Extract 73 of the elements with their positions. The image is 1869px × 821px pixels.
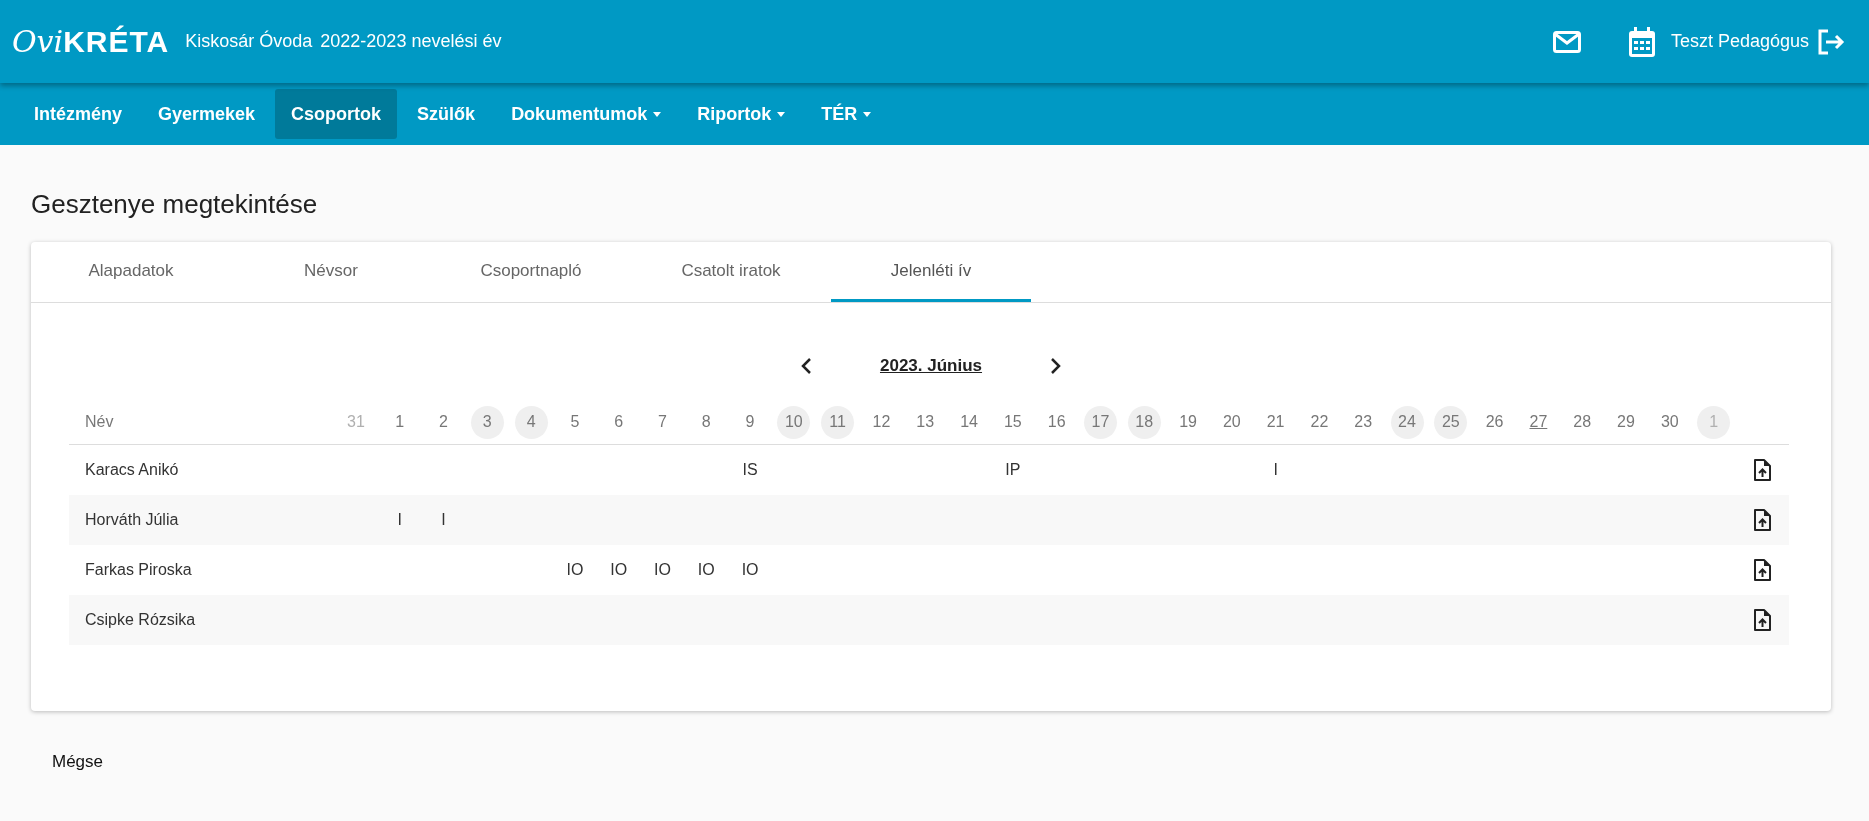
day-header: 10 [777,405,811,439]
file-upload-icon[interactable] [1753,558,1772,581]
day-header: 21 [1265,412,1286,433]
file-upload-icon[interactable] [1753,508,1772,531]
file-upload-icon[interactable] [1753,608,1772,631]
attendance-code: IO [741,559,759,580]
mail-icon[interactable] [1552,30,1581,53]
month-label[interactable]: 2023. Június [817,353,1045,379]
nav-item[interactable]: Gyermekek [142,89,272,139]
day-header: 12 [871,412,892,433]
attendance-code: IO [566,559,584,580]
day-header: 1 [394,412,406,433]
cancel-button[interactable]: Mégse [40,743,116,781]
tab[interactable]: Névsor [231,242,431,303]
calendar-icon[interactable] [1628,26,1655,57]
nav-item[interactable]: Csoportok [275,89,398,139]
nav-item[interactable]: Szülők [401,89,492,139]
day-header: 6 [613,412,625,433]
attendance-code: IO [697,559,715,580]
logout-icon[interactable] [1817,28,1845,55]
child-name: Karacs Anikó [85,460,179,478]
day-header: 25 [1434,405,1468,439]
day-header: 24 [1390,405,1424,439]
attendance-code: I [441,509,446,530]
day-header: 4 [514,405,548,439]
child-name: Farkas Piroska [85,560,192,578]
logo: OviKRÉTA [12,23,170,61]
tab[interactable]: Jelenléti ív [831,242,1031,303]
day-header: 9 [744,412,756,433]
day-header: 17 [1083,405,1117,439]
school-year: 2022-2023 nevelési év [320,30,502,53]
attendance-code: I [1273,459,1278,480]
attendance-code: IO [610,559,628,580]
day-header: 5 [569,412,581,433]
day-header: 27 [1528,412,1549,433]
tab[interactable]: Csatolt iratok [631,242,831,303]
day-header: 7 [657,412,668,433]
day-header: 20 [1221,412,1242,433]
day-header: 14 [959,412,979,433]
child-name: Csipke Rózsika [85,610,196,628]
column-header: Név [85,413,114,431]
day-header: 29 [1616,412,1636,433]
day-header: 23 [1353,412,1374,433]
day-header: 28 [1572,412,1593,433]
attendance-code: IS [742,459,758,480]
day-header: 26 [1484,412,1505,433]
day-header: 3 [470,405,504,439]
day-header: 1 [1697,405,1731,439]
day-header: 22 [1309,412,1330,433]
day-header: 16 [1046,412,1067,433]
day-header: 19 [1178,412,1198,433]
user-name: Teszt Pedagógus [1670,30,1809,53]
nav-item[interactable]: Intézmény [18,89,139,139]
attendance-code: IP [1005,459,1021,480]
day-header: 18 [1127,405,1161,439]
nav-item[interactable]: TÉR [805,89,888,139]
nav-item[interactable]: Riportok [681,89,802,139]
nav-item[interactable]: Dokumentumok [495,89,678,139]
child-name: Horváth Júlia [85,510,179,528]
day-header: 13 [915,412,936,433]
day-header: 11 [821,405,855,439]
day-header: 8 [700,412,712,433]
file-upload-icon[interactable] [1753,458,1772,481]
attendance-code: IO [654,559,671,580]
page-title: Gesztenye megtekintése [31,189,319,221]
day-header: 15 [1002,412,1023,433]
attendance-code: I [397,509,402,530]
day-header: 31 [346,412,366,433]
institution-name: Kiskosár Óvoda [185,29,313,53]
tab[interactable]: Csoportnapló [431,242,631,303]
day-header: 2 [438,412,449,433]
tab[interactable]: Alapadatok [31,242,231,303]
day-header: 30 [1659,412,1680,433]
